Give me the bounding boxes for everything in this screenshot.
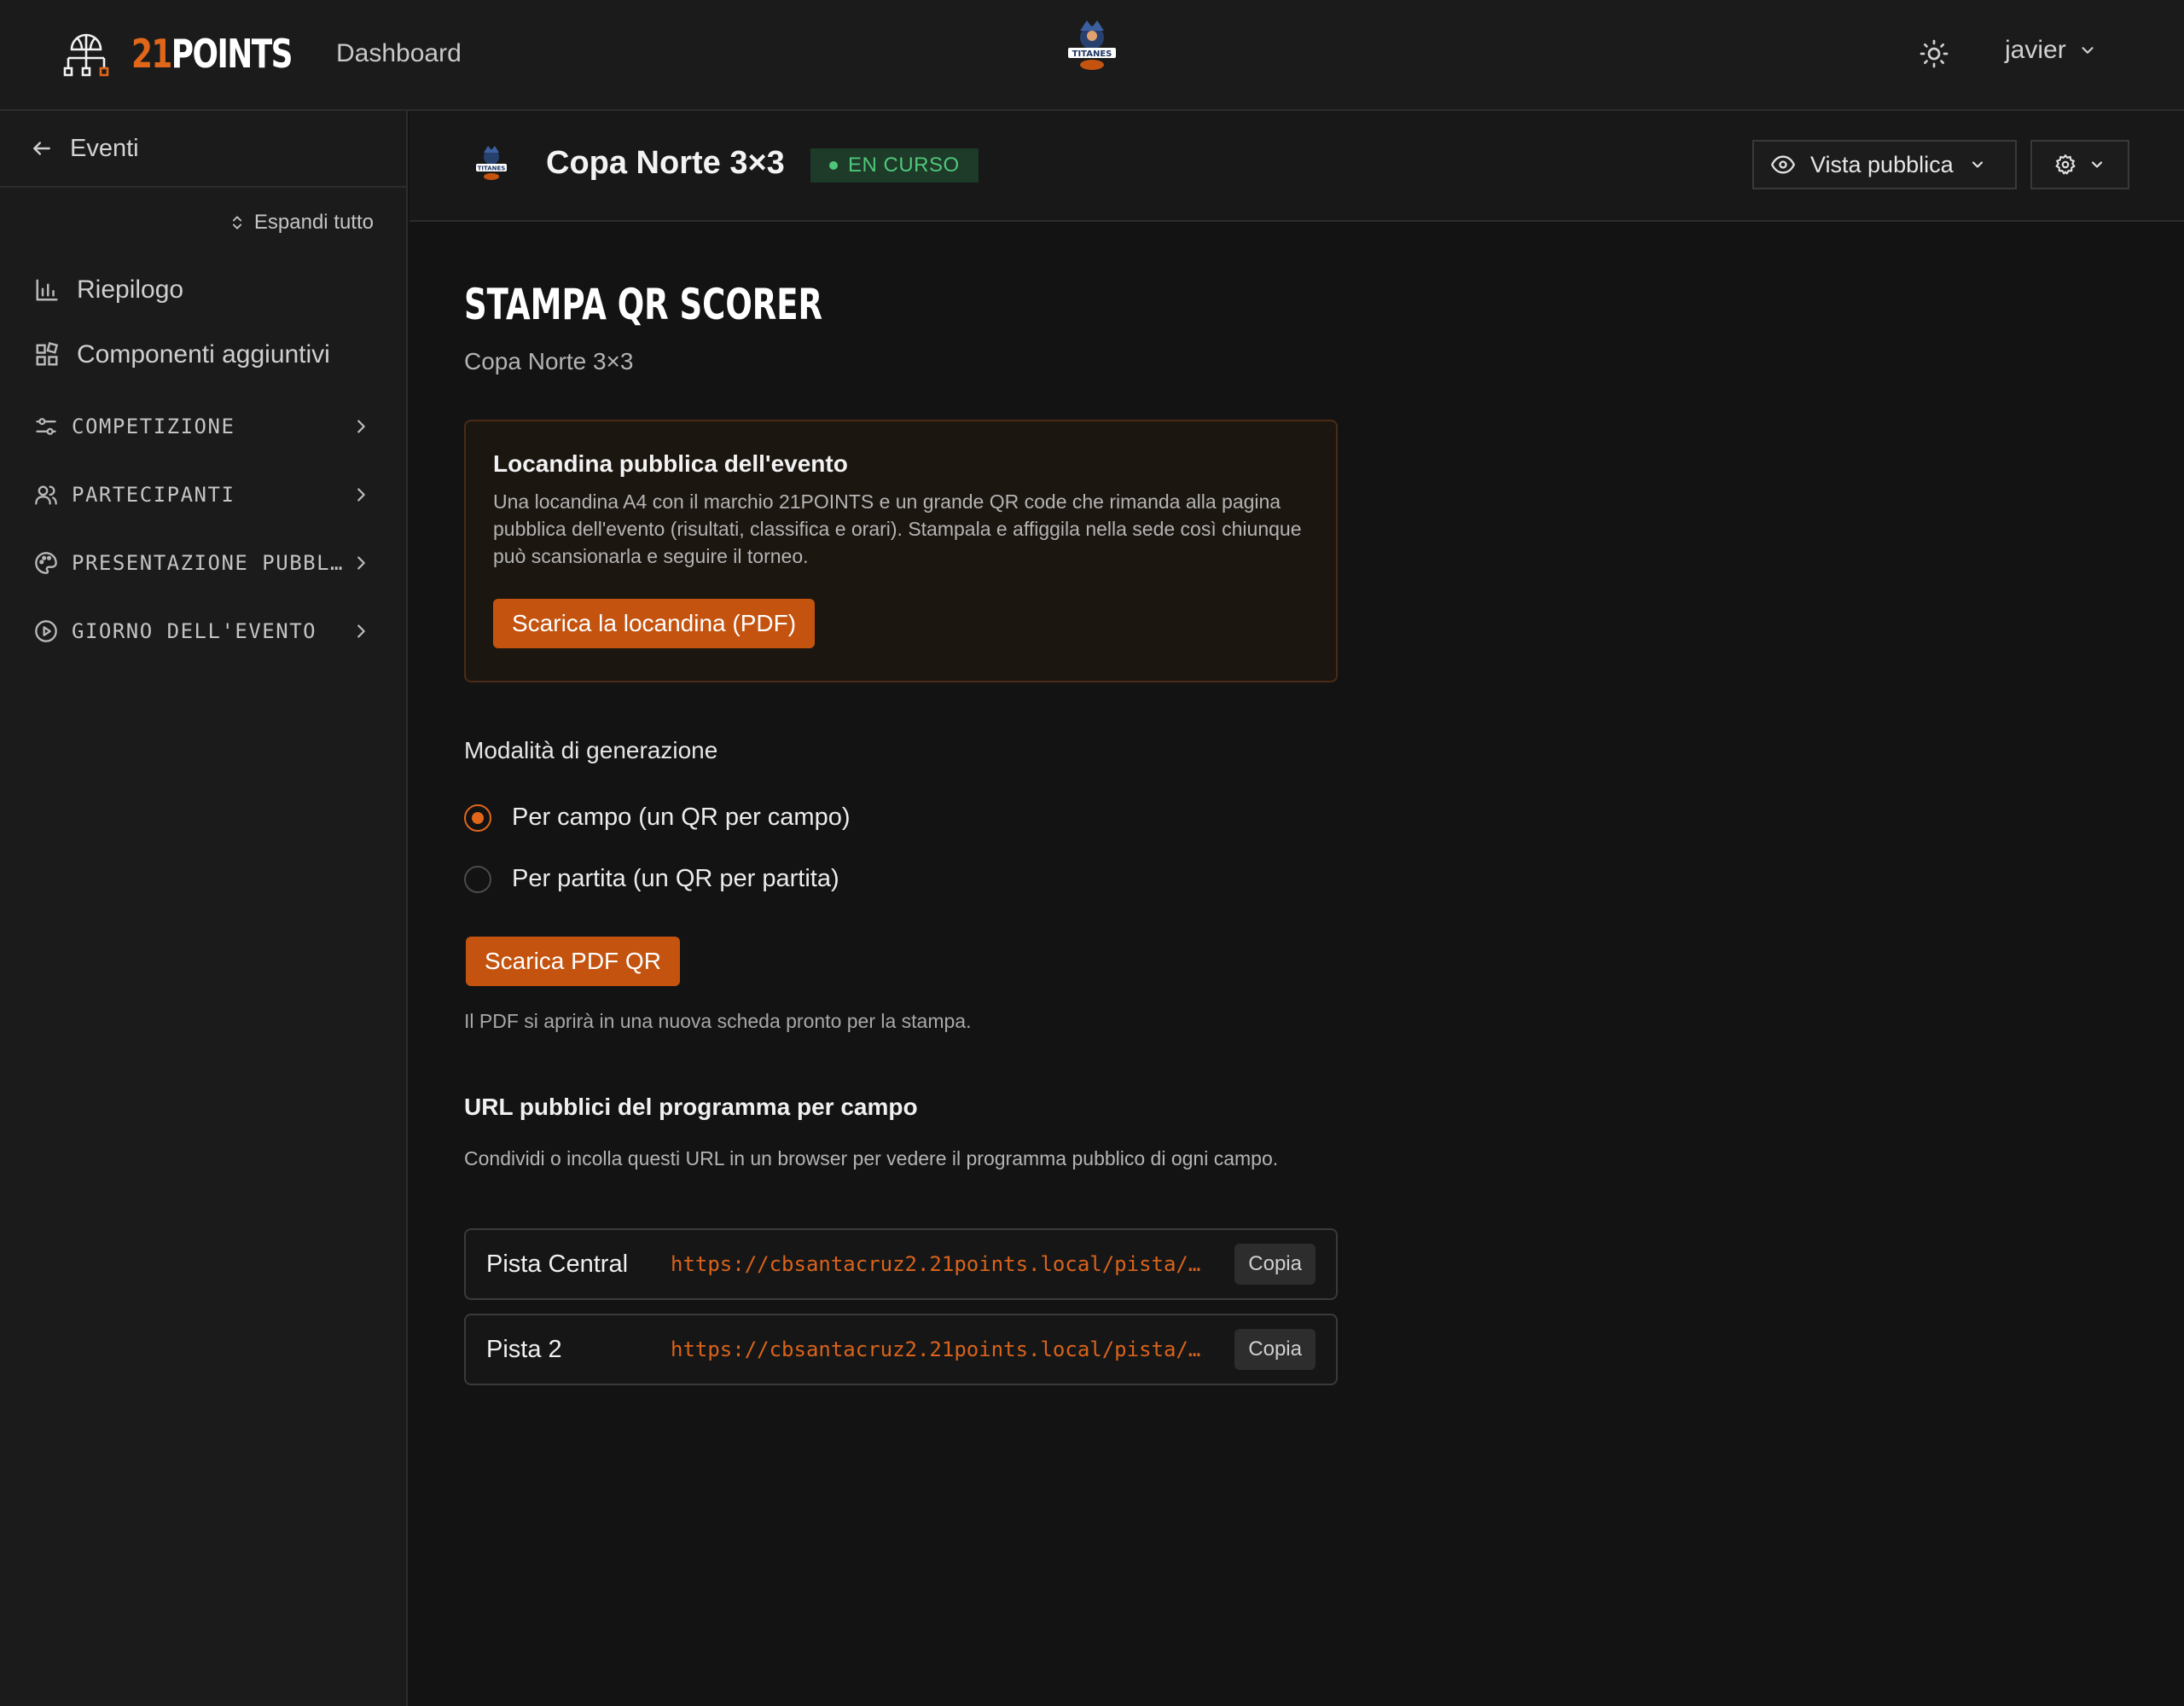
users-icon <box>35 485 57 505</box>
poster-card: Locandina pubblica dell'evento Una locan… <box>464 420 1338 682</box>
expand-all-label: Espandi tutto <box>253 211 374 234</box>
eye-icon <box>1771 155 1795 174</box>
download-poster-button[interactable]: Scarica la locandina (PDF) <box>493 599 816 648</box>
event-title: Copa Norte 3×3 <box>546 145 785 181</box>
page-subtitle: Copa Norte 3×3 <box>464 348 634 374</box>
url-row: Pista 2 https://cbsantacruz2.21points.lo… <box>464 1314 1338 1385</box>
pdf-note: Il PDF si aprirà in una nuova scheda pro… <box>464 1010 972 1032</box>
brand-logo[interactable]: 21 POINTS <box>60 26 337 82</box>
chevron-right-icon <box>357 420 365 433</box>
bar-chart-icon <box>36 279 58 301</box>
section-label: COMPETIZIONE <box>72 415 235 438</box>
court-url-link[interactable]: https://cbsantacruz2.21points.local/pist… <box>671 1252 1234 1276</box>
sidebar-section-giorno-evento[interactable]: GIORNO DELL'EVENTO <box>0 597 406 665</box>
sliders-icon <box>36 418 56 435</box>
radio-per-partita[interactable]: Per partita (un QR per partita) <box>464 865 839 893</box>
radio-per-campo[interactable]: Per campo (un QR per campo) <box>464 804 850 832</box>
theme-toggle-button[interactable] <box>1914 34 1954 73</box>
radio-label: Per partita (un QR per partita) <box>512 865 839 892</box>
expand-all-button[interactable]: Espandi tutto <box>0 188 406 258</box>
status-label: EN CURSO <box>848 154 960 177</box>
back-to-events-link[interactable]: Eventi <box>0 111 406 188</box>
user-menu[interactable]: javier <box>2005 36 2097 65</box>
gear-icon <box>2055 154 2076 175</box>
chevron-right-icon <box>357 488 365 502</box>
chevron-down-icon <box>2091 161 2103 168</box>
brand-wordmark: 21 POINTS <box>131 31 293 77</box>
radio-label: Per campo (un QR per campo) <box>512 804 851 831</box>
settings-dropdown[interactable] <box>2030 140 2129 189</box>
chevron-down-icon <box>1972 161 1983 168</box>
sidebar: Eventi Espandi tutto Riepilogo Component… <box>0 111 408 1706</box>
sidebar-section-competizione[interactable]: COMPETIZIONE <box>0 392 406 461</box>
nav-dashboard-link[interactable]: Dashboard <box>336 39 462 68</box>
status-badge: EN CURSO <box>810 148 979 183</box>
widgets-icon <box>36 342 59 366</box>
team-logo: TITANES <box>1068 20 1116 70</box>
event-team-logo: TITANES <box>476 146 507 180</box>
generation-mode-title: Modalità di generazione <box>464 737 718 763</box>
download-qr-pdf-button[interactable]: Scarica PDF QR <box>466 937 680 986</box>
chevron-down-icon <box>2082 47 2094 54</box>
svg-text:TITANES: TITANES <box>478 165 506 172</box>
arrow-left-icon <box>33 142 50 155</box>
sidebar-item-label: Riepilogo <box>77 276 184 304</box>
poster-title: Locandina pubblica dell'evento <box>493 450 848 477</box>
radio-button-selected[interactable] <box>464 804 491 832</box>
chevrons-up-down-icon <box>232 216 241 229</box>
section-label: PARTECIPANTI <box>72 483 235 507</box>
court-name: Pista Central <box>486 1250 629 1278</box>
svg-text:TITANES: TITANES <box>1072 49 1112 59</box>
play-circle-icon <box>35 620 57 642</box>
sidebar-item-label: Componenti aggiuntivi <box>77 340 330 368</box>
sidebar-item-riepilogo[interactable]: Riepilogo <box>0 258 406 322</box>
public-urls-description: Condividi o incolla questi URL in un bro… <box>464 1147 1279 1169</box>
public-view-label: Vista pubblica <box>1810 151 1954 177</box>
sun-icon <box>1920 39 1949 68</box>
copy-button[interactable]: Copia <box>1234 1329 1316 1370</box>
court-name: Pista 2 <box>486 1335 562 1363</box>
court-url-link[interactable]: https://cbsantacruz2.21points.local/pist… <box>671 1338 1234 1361</box>
top-bar: 21 POINTS Dashboard TITANES javier <box>0 0 2184 111</box>
public-view-dropdown[interactable]: Vista pubblica <box>1752 140 2017 189</box>
url-row: Pista Central https://cbsantacruz2.21poi… <box>464 1228 1338 1300</box>
sidebar-section-presentazione-pubblica[interactable]: PRESENTAZIONE PUBBL… <box>0 529 406 597</box>
section-label: GIORNO DELL'EVENTO <box>72 619 317 643</box>
section-label: PRESENTAZIONE PUBBL… <box>72 551 344 575</box>
chevron-right-icon <box>357 556 365 570</box>
brand-number: 21 <box>131 31 172 77</box>
back-label: Eventi <box>70 134 139 162</box>
basketball-bracket-icon <box>63 33 109 77</box>
page-title: STAMPA QR SCORER <box>464 280 823 329</box>
chevron-right-icon <box>357 624 365 638</box>
sidebar-section-partecipanti[interactable]: PARTECIPANTI <box>0 461 406 529</box>
sidebar-item-componenti-aggiuntivi[interactable]: Componenti aggiuntivi <box>0 322 406 387</box>
status-dot-icon <box>829 161 838 170</box>
palette-icon <box>35 552 57 574</box>
public-urls-title: URL pubblici del programma per campo <box>464 1094 918 1120</box>
event-header: TITANES Copa Norte 3×3 EN CURSO Vista pu… <box>410 111 2184 222</box>
username: javier <box>2005 36 2066 64</box>
radio-button[interactable] <box>464 865 491 893</box>
copy-button[interactable]: Copia <box>1234 1244 1316 1285</box>
poster-description: Una locandina A4 con il marchio 21POINTS… <box>493 490 1302 567</box>
brand-word: POINTS <box>171 31 293 77</box>
